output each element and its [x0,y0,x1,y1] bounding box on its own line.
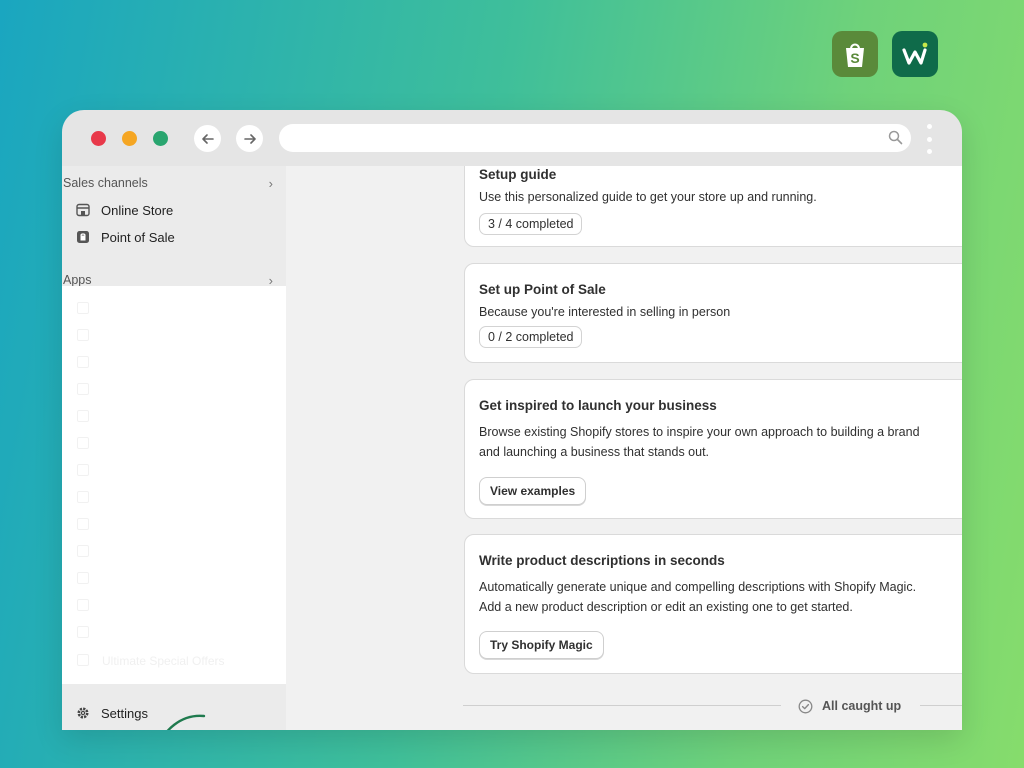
apps-heading: Apps [63,273,92,287]
setup-guide-card[interactable]: Setup guide Use this personalized guide … [464,166,962,247]
browser-titlebar [62,110,962,166]
close-window-button[interactable] [91,131,106,146]
app-icon [77,626,89,638]
settings-label: Settings [101,705,148,721]
all-caught-up-label: All caught up [822,699,902,713]
app-icon [77,437,89,449]
card-title: Write product descriptions in seconds [479,553,725,568]
maximize-window-button[interactable] [153,131,168,146]
chevron-right-icon: › [268,175,273,191]
all-caught-up-status: All caught up [798,696,901,716]
pos-icon [76,230,90,244]
svg-text:S: S [850,50,859,66]
apps-list: Ultimate Special Offers [62,286,286,684]
app-icon [77,329,89,341]
gear-icon [76,706,90,720]
card-description: Because you're interested in selling in … [479,305,731,319]
app-icon [77,545,89,557]
progress-badge[interactable]: 3 / 4 completed [479,213,583,235]
forward-button[interactable] [236,125,263,152]
browser-window: Sales channels › Online Store Point of S… [62,110,962,730]
app-icon [77,356,89,368]
card-description: Browse existing Shopify stores to inspir… [479,425,920,439]
address-bar[interactable] [279,124,911,152]
app-icon [77,464,89,476]
get-inspired-card[interactable]: Get inspired to launch your business Bro… [464,379,962,519]
app-icon [77,599,89,611]
sidebar-item-label: Online Store [101,202,174,218]
annotation-arrow-icon [166,714,206,730]
card-title: Get inspired to launch your business [479,398,717,413]
app-icon [77,654,89,666]
card-description: Add a new product description or edit an… [479,600,853,614]
view-examples-button[interactable]: View examples [479,477,587,505]
card-title: Setup guide [479,167,557,182]
sidebar: Sales channels › Online Store Point of S… [62,166,286,730]
sales-channels-header[interactable]: Sales channels › [63,174,273,192]
sidebar-item-settings[interactable]: Settings [76,702,148,724]
check-circle-icon [798,699,813,714]
back-button[interactable] [194,125,221,152]
app-icon [77,491,89,503]
w-logo-icon [892,31,938,77]
sidebar-item-point-of-sale[interactable]: Point of Sale [76,226,175,248]
app-icon [77,410,89,422]
shopify-logo-icon: S [832,31,878,77]
card-description: and launching a business that stands out… [479,445,710,459]
arrow-right-icon [243,133,256,144]
sidebar-item-online-store[interactable]: Online Store [76,199,173,221]
divider [463,705,781,706]
card-description: Automatically generate unique and compel… [479,580,917,594]
storefront-icon [76,203,90,217]
sales-channels-heading: Sales channels [63,176,148,190]
card-title: Set up Point of Sale [479,282,606,297]
point-of-sale-card[interactable]: Set up Point of Sale Because you're inte… [464,263,962,363]
progress-badge[interactable]: 0 / 2 completed [479,326,583,348]
app-item-label[interactable]: Ultimate Special Offers [102,654,225,668]
sidebar-item-label: Point of Sale [101,229,175,245]
app-icon [77,572,89,584]
minimize-window-button[interactable] [122,131,137,146]
try-shopify-magic-button[interactable]: Try Shopify Magic [479,631,604,659]
browser-menu-icon[interactable] [925,124,933,154]
app-icon [77,383,89,395]
app-icon [77,302,89,314]
main-content: Setup guide Use this personalized guide … [286,166,962,730]
search-icon[interactable] [888,130,903,145]
app-icon [77,518,89,530]
product-descriptions-card[interactable]: Write product descriptions in seconds Au… [464,534,962,674]
card-description: Use this personalized guide to get your … [479,190,817,204]
divider [920,705,962,706]
arrow-left-icon [201,133,214,144]
